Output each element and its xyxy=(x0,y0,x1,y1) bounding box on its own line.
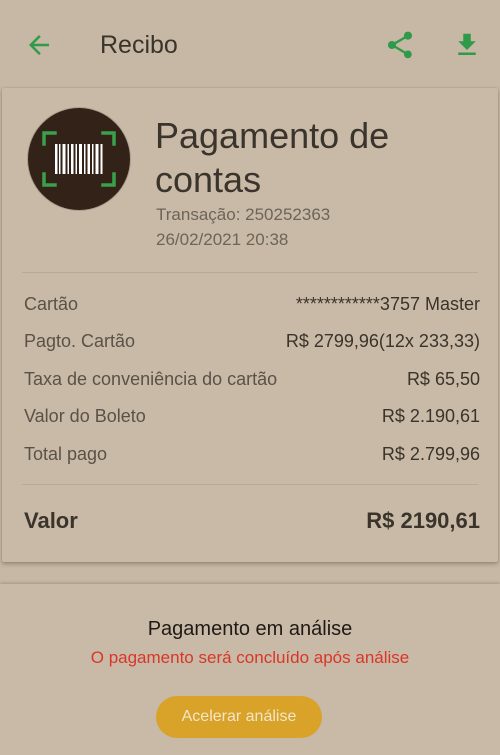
detail-row-boleto: Valor do Boleto R$ 2.190,61 xyxy=(24,406,480,432)
detail-value: R$ 2.190,61 xyxy=(381,406,480,426)
barcode-icon xyxy=(42,131,116,187)
download-icon[interactable] xyxy=(452,30,482,60)
accelerate-analysis-button[interactable]: Acelerar análise xyxy=(156,696,322,738)
page-title: Recibo xyxy=(100,31,178,59)
share-icon[interactable] xyxy=(384,29,416,61)
status-message: O pagamento será concluído após análise xyxy=(90,648,410,667)
total-label: Valor xyxy=(24,508,78,533)
detail-value: R$ 2.799,96 xyxy=(381,444,480,464)
detail-label: Cartão xyxy=(24,294,79,314)
detail-label: Taxa de conveniência do cartão xyxy=(24,369,278,389)
status-card: Pagamento em análise O pagamento será co… xyxy=(0,584,500,755)
status-title: Pagamento em análise xyxy=(147,618,353,640)
detail-value: R$ 65,50 xyxy=(406,369,480,389)
transaction-datetime: 26/02/2021 20:38 xyxy=(156,230,289,249)
detail-label: Total pago xyxy=(24,444,108,464)
detail-label: Pagto. Cartão xyxy=(24,331,136,351)
detail-value: R$ 2799,96(12x 233,33) xyxy=(285,331,480,351)
receipt-card: Pagamento de contas Transação: 250252363… xyxy=(2,88,498,562)
barcode-badge xyxy=(28,108,130,210)
detail-row-fee: Taxa de conveniência do cartão R$ 65,50 xyxy=(24,369,480,395)
transaction-id: Transação: 250252363 xyxy=(156,205,331,224)
detail-value: ************3757 Master xyxy=(295,294,480,314)
total-value: R$ 2190,61 xyxy=(366,508,480,533)
receipt-title: Pagamento de contas xyxy=(155,115,390,200)
divider xyxy=(22,484,478,485)
arrow-left-icon[interactable] xyxy=(24,30,54,60)
total-row: Valor R$ 2190,61 xyxy=(24,508,480,542)
app-bar: Recibo xyxy=(0,0,500,88)
divider xyxy=(22,272,478,273)
detail-row-card-payment: Pagto. Cartão R$ 2799,96(12x 233,33) xyxy=(24,331,480,357)
detail-row-total-paid: Total pago R$ 2.799,96 xyxy=(24,444,480,470)
detail-row-card: Cartão ************3757 Master xyxy=(24,294,480,320)
detail-label: Valor do Boleto xyxy=(24,406,146,426)
